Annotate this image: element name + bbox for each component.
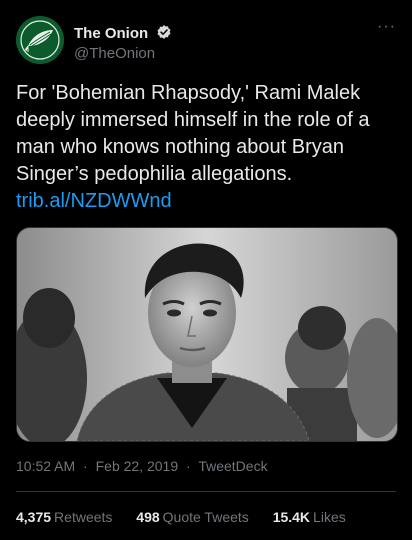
tweet-time[interactable]: 10:52 AM [16,458,75,474]
quotes-stat[interactable]: 498 Quote Tweets [136,509,252,525]
likes-label: Likes [313,509,346,525]
tweet-date[interactable]: Feb 22, 2019 [96,458,179,474]
tweet-source[interactable]: TweetDeck [198,458,267,474]
author-display-name-text: The Onion [74,25,149,42]
tweet-header: The Onion @TheOnion ··· [16,16,396,66]
tweet-link[interactable]: trib.al/NZDWWnd [16,190,172,212]
tweet-card: The Onion @TheOnion ··· For 'Bohemian Rh… [0,0,412,540]
tweet-text: For 'Bohemian Rhapsody,' Rami Malek deep… [16,80,400,215]
tweet-text-content: For 'Bohemian Rhapsody,' Rami Malek deep… [16,82,370,185]
avatar[interactable] [16,16,64,64]
onion-logo-icon [16,16,64,64]
retweets-label: Retweets [54,509,113,525]
tweet-meta: 10:52 AM · Feb 22, 2019 · TweetDeck [16,458,268,474]
stats-divider [16,491,396,492]
more-options-icon[interactable]: ··· [377,18,396,36]
meta-separator: · [186,458,191,474]
black-and-white-photo-portrait-icon [17,228,397,441]
likes-count: 15.4K [272,509,311,525]
verified-badge-icon [157,25,171,39]
quotes-count: 498 [136,509,160,525]
retweets-stat[interactable]: 4,375 Retweets [16,509,116,525]
tweet-media-photo[interactable] [16,227,398,442]
author-display-name[interactable]: The Onion [74,24,172,42]
retweets-count: 4,375 [16,509,52,525]
author-handle[interactable]: @TheOnion [74,45,155,62]
meta-separator: · [83,458,88,474]
likes-stat[interactable]: 15.4K Likes [273,509,346,525]
tweet-stats: 4,375 Retweets 498 Quote Tweets 15.4K Likes [16,509,366,525]
quotes-label: Quote Tweets [162,509,249,525]
